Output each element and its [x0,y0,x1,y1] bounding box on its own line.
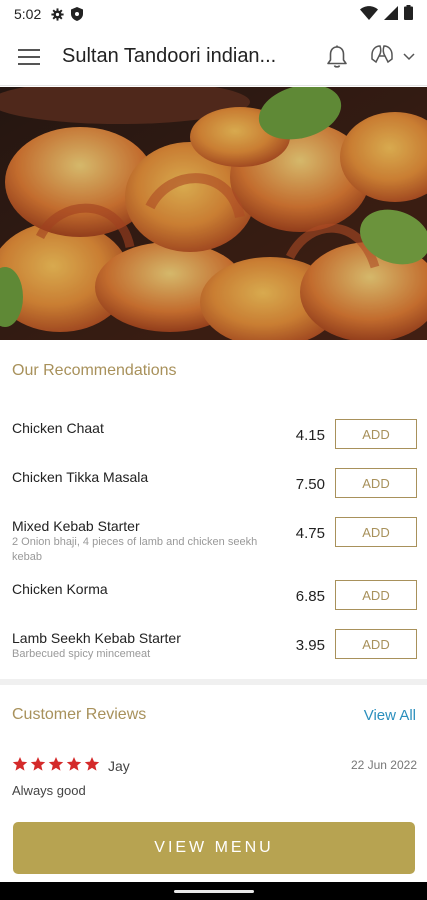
bell-icon[interactable] [323,43,351,71]
menu-item-description: Barbecued spicy mincemeat [12,648,151,660]
chevron-down-icon [403,48,415,66]
reviewer-name: Jay [108,758,130,774]
add-button[interactable]: ADD [335,468,417,498]
menu-item-price: 3.95 [295,637,325,654]
view-menu-button[interactable]: VIEW MENU [13,822,415,874]
hamburger-menu-icon[interactable] [18,45,42,69]
menu-item-price: 4.15 [295,427,325,444]
menu-item: Chicken Tikka Masala 7.50 ADD [0,468,427,517]
signal-icon [384,5,398,23]
status-time: 5:02 [14,6,42,22]
language-selector[interactable] [369,43,415,70]
reviews-heading: Customer Reviews [12,706,147,723]
star-icon [12,757,28,771]
language-icon [369,43,395,70]
hero-food-image [0,87,427,340]
star-icon [66,757,82,771]
menu-item-name: Chicken Tikka Masala [12,469,149,485]
add-button[interactable]: ADD [335,580,417,610]
menu-item-description: 2 Onion bhaji, 4 pieces of lamb and chic… [12,536,258,563]
menu-item-name: Chicken Chaat [12,420,104,436]
recommendations-heading: Our Recommendations [12,362,177,379]
menu-item: Chicken Chaat 4.15 ADD [0,419,427,468]
reviews-header: Customer Reviews View All [12,706,416,724]
restaurant-title: Sultan Tandoori indian... [62,45,277,67]
star-icon [30,757,46,771]
view-all-link[interactable]: View All [364,707,416,724]
review-comment: Always good [12,783,86,798]
review-item: Jay 22 Jun 2022 Always good [12,756,417,798]
star-icon [48,757,64,771]
status-bar: 5:02 [0,0,427,28]
menu-item-price: 4.75 [295,525,325,542]
wifi-icon [360,5,378,23]
add-button[interactable]: ADD [335,629,417,659]
add-button[interactable]: ADD [335,419,417,449]
gear-icon [49,6,65,22]
home-gesture-handle[interactable] [174,890,254,893]
app-bar: Sultan Tandoori indian... [0,28,427,86]
menu-item: Chicken Korma 6.85 ADD [0,580,427,629]
section-divider [0,679,427,685]
add-button[interactable]: ADD [335,517,417,547]
menu-item-name: Mixed Kebab Starter [12,518,140,534]
menu-item-name: Chicken Korma [12,581,108,597]
menu-item: Lamb Seekh Kebab Starter Barbecued spicy… [0,629,427,678]
menu-item-name: Lamb Seekh Kebab Starter [12,630,181,646]
status-right [360,5,413,23]
menu-item-price: 7.50 [295,476,325,493]
menu-item-price: 6.85 [295,588,325,605]
star-icon [84,757,100,771]
review-date: 22 Jun 2022 [350,758,417,772]
shield-icon [69,6,85,22]
menu-item: Mixed Kebab Starter 2 Onion bhaji, 4 pie… [0,517,427,566]
battery-icon [404,5,413,23]
system-nav-bar [0,882,427,900]
